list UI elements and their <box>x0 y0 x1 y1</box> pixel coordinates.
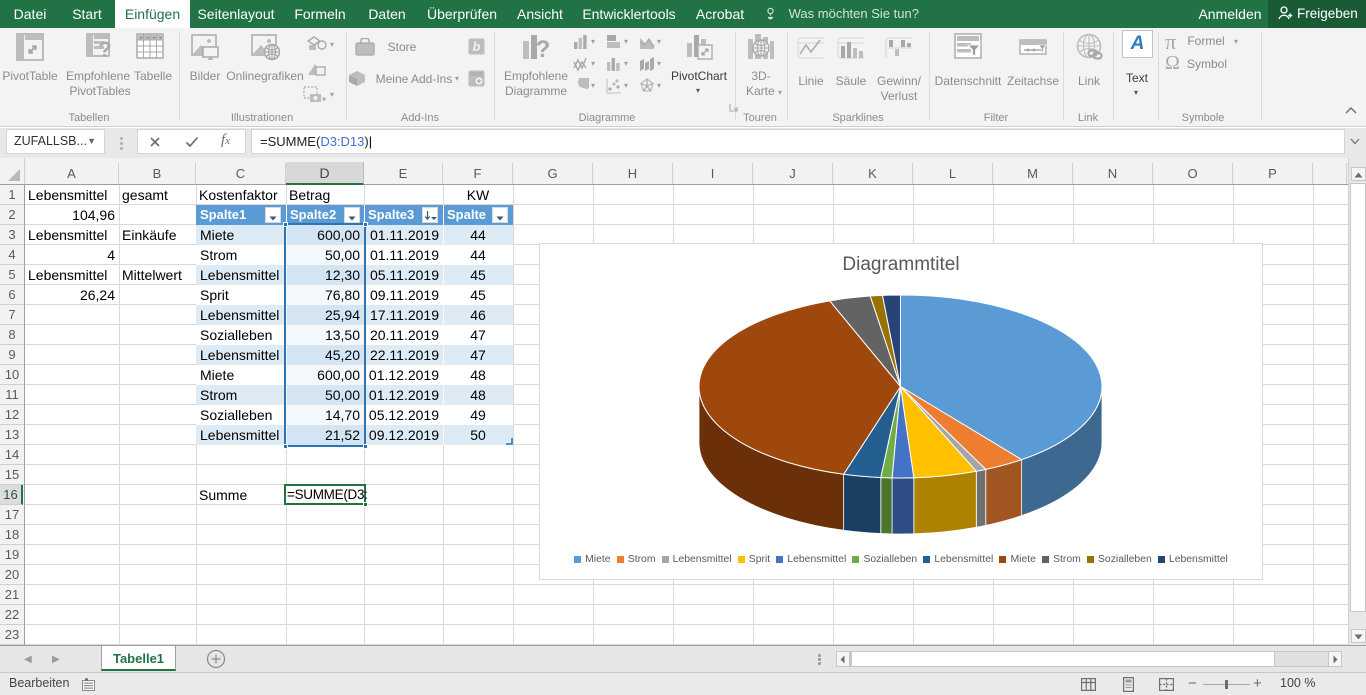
svg-text:?: ? <box>98 37 111 61</box>
svg-text:b: b <box>473 39 481 54</box>
svg-text:?: ? <box>536 36 550 61</box>
